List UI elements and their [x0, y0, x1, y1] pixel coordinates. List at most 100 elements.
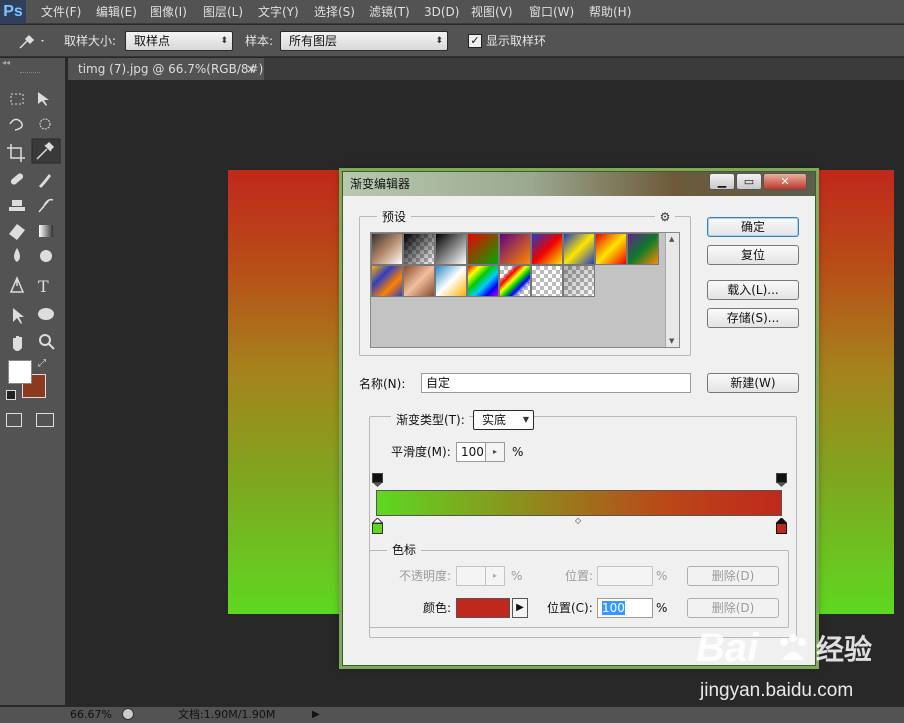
smoothness-slider-icon[interactable]: ▸: [485, 442, 505, 462]
opacity-slider-icon[interactable]: ▸: [485, 566, 505, 586]
status-menu-arrow-icon[interactable]: ▶: [312, 708, 320, 722]
show-ring-checkbox[interactable]: ✓: [468, 34, 482, 48]
name-input[interactable]: 自定: [421, 373, 691, 393]
toolbox-grip: [20, 72, 40, 75]
type-icon[interactable]: T: [38, 278, 54, 296]
sample-value: 所有图层: [289, 34, 338, 48]
preset-swatch[interactable]: [371, 265, 403, 297]
preset-swatch[interactable]: [499, 233, 531, 265]
tool-icons: [7, 92, 61, 351]
delete-color-stop-button[interactable]: 删除(D): [687, 598, 779, 618]
close-tab-icon[interactable]: ×: [246, 58, 256, 80]
menu-file[interactable]: 文件(F): [41, 0, 81, 24]
color-stop-right[interactable]: [775, 517, 788, 534]
minimize-icon[interactable]: ▁: [709, 173, 735, 190]
color-location-percent: %: [656, 601, 668, 615]
smoothness-input[interactable]: 100: [456, 442, 486, 462]
preset-swatch[interactable]: [563, 233, 595, 265]
opacity-input[interactable]: [456, 566, 486, 586]
preset-swatch[interactable]: [531, 233, 563, 265]
photoshop-logo: Ps: [0, 0, 26, 24]
maximize-icon[interactable]: ▭: [736, 173, 762, 190]
zoom-level[interactable]: 66.67%: [70, 708, 112, 722]
preset-swatch[interactable]: [403, 265, 435, 297]
swap-colors-icon[interactable]: ⤢: [38, 358, 50, 370]
sample-label: 样本:: [245, 34, 274, 48]
default-colors-icon[interactable]: [6, 390, 16, 400]
save-button[interactable]: 存储(S)...: [707, 308, 799, 328]
delete-opacity-stop-button[interactable]: 删除(D): [687, 566, 779, 586]
opacity-location-input[interactable]: [597, 566, 653, 586]
gradient-type-label: 渐变类型(T):: [391, 412, 469, 428]
dialog-title: 渐变编辑器: [350, 177, 411, 191]
menu-image[interactable]: 图像(I): [150, 0, 187, 24]
watermark-url: jingyan.baidu.com: [700, 680, 854, 701]
opacity-location-percent: %: [656, 569, 668, 583]
menu-filter[interactable]: 滤镜(T): [369, 0, 410, 24]
select-arrows-icon: ⬍: [220, 36, 228, 46]
ok-button[interactable]: 确定: [707, 217, 799, 237]
select-arrows-icon: ⬍: [435, 36, 443, 46]
collapse-icon[interactable]: ◂◂: [0, 58, 66, 68]
menu-help[interactable]: 帮助(H): [589, 0, 631, 24]
scroll-down-icon[interactable]: ▼: [669, 337, 674, 345]
color-stop-left[interactable]: [371, 517, 384, 534]
preset-swatch[interactable]: [467, 265, 499, 297]
preset-swatch[interactable]: [435, 265, 467, 297]
paw-icon: [776, 632, 810, 666]
eyedropper-preset-icon[interactable]: [16, 31, 46, 51]
menu-select[interactable]: 选择(S): [314, 0, 355, 24]
color-location-input[interactable]: 100: [597, 598, 653, 618]
scroll-up-icon[interactable]: ▲: [669, 235, 674, 243]
close-icon[interactable]: ✕: [763, 173, 807, 190]
color-label: 颜色:: [423, 601, 452, 615]
menu-type[interactable]: 文字(Y): [258, 0, 299, 24]
preset-swatch[interactable]: [467, 233, 499, 265]
menu-window[interactable]: 窗口(W): [529, 0, 574, 24]
menu-edit[interactable]: 编辑(E): [96, 0, 137, 24]
sample-size-value: 取样点: [134, 34, 171, 48]
stop-color-swatch[interactable]: [456, 598, 510, 618]
reset-button[interactable]: 复位: [707, 245, 799, 265]
smoothness-label: 平滑度(M):: [391, 445, 451, 459]
preset-swatch[interactable]: [563, 265, 595, 297]
menu-layer[interactable]: 图层(L): [203, 0, 243, 24]
gradient-type-select[interactable]: 实底 ▼: [473, 410, 534, 430]
sample-size-select[interactable]: 取样点 ⬍: [125, 31, 233, 51]
preset-swatch[interactable]: [531, 265, 563, 297]
document-tab[interactable]: timg (7).jpg @ 66.7%(RGB/8#) ×: [68, 58, 264, 80]
color-stops-label: 色标: [387, 542, 422, 558]
gradient-editor-dialog: 渐变编辑器 ▁ ▭ ✕ 预设 ⚙ ▲ ▼ 确定 复位 载入(L)... 存储(S…: [342, 171, 816, 666]
sample-select[interactable]: 所有图层 ⬍: [280, 31, 448, 51]
preset-swatch[interactable]: [403, 233, 435, 265]
smoothness-percent: %: [512, 445, 524, 459]
opacity-stop-left[interactable]: [372, 473, 383, 487]
name-label: 名称(N):: [359, 377, 406, 391]
color-location-value: 100: [602, 601, 625, 615]
sample-size-label: 取样大小:: [64, 34, 117, 48]
new-button[interactable]: 新建(W): [707, 373, 799, 393]
preset-swatch[interactable]: [499, 265, 531, 297]
screen-mode-icon[interactable]: [36, 413, 54, 427]
preset-swatch[interactable]: [371, 233, 403, 265]
baidu-watermark: Bai 经验 jingyan.baidu.com: [692, 626, 904, 706]
color-location-label: 位置(C):: [547, 601, 593, 615]
menu-view[interactable]: 视图(V): [471, 0, 513, 24]
quick-mask-icon[interactable]: [6, 413, 22, 427]
load-button[interactable]: 载入(L)...: [707, 280, 799, 300]
preset-swatch[interactable]: [595, 233, 627, 265]
watermark-brand: Bai: [696, 626, 759, 670]
opacity-percent: %: [511, 569, 523, 583]
preset-swatch[interactable]: [435, 233, 467, 265]
preset-scrollbar[interactable]: ▲ ▼: [665, 233, 679, 347]
opacity-stop-right[interactable]: [776, 473, 787, 487]
presets-label: 预设: [377, 209, 412, 225]
menu-3d[interactable]: 3D(D): [424, 0, 459, 24]
preset-swatch[interactable]: [627, 233, 659, 265]
color-menu-arrow-icon[interactable]: ▶: [512, 598, 528, 618]
status-info-icon[interactable]: [122, 708, 134, 720]
gear-icon[interactable]: ⚙: [655, 209, 675, 225]
foreground-color-swatch[interactable]: [8, 360, 32, 384]
midpoint-diamond-icon[interactable]: ◇: [575, 517, 583, 525]
gradient-preview-bar[interactable]: [376, 490, 782, 516]
